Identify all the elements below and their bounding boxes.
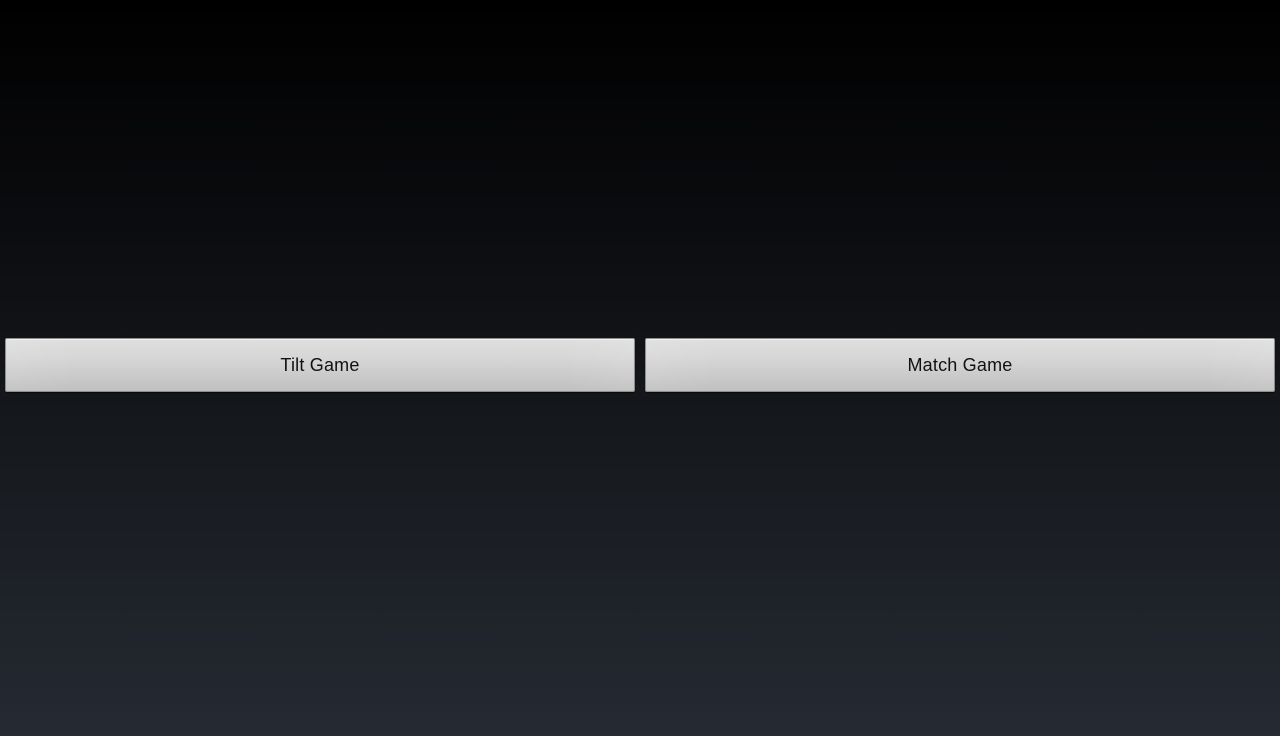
match-game-button[interactable]: Match Game [645, 338, 1275, 392]
match-game-button-label: Match Game [907, 354, 1013, 375]
tilt-game-button-label: Tilt Game [280, 354, 360, 375]
game-button-row: Tilt Game Match Game [5, 338, 1275, 392]
tilt-game-button[interactable]: Tilt Game [5, 338, 635, 392]
game-menu-screen: Tilt Game Match Game [0, 0, 1280, 736]
